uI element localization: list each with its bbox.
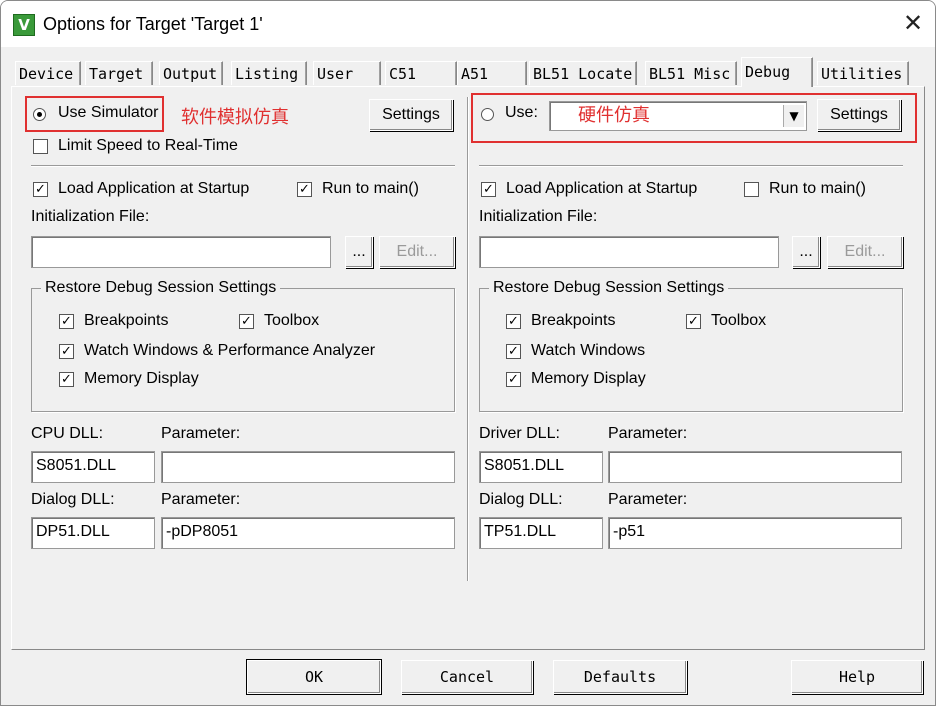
driver-param-label: Parameter: bbox=[608, 425, 688, 442]
right-run-to-main-checkbox[interactable] bbox=[744, 182, 759, 197]
right-run-to-main-label: Run to main() bbox=[769, 180, 866, 197]
right-load-app-checkbox[interactable]: ✓ bbox=[481, 182, 496, 197]
cpu-param-field[interactable] bbox=[161, 451, 455, 483]
dialog-window: V Options for Target 'Target 1' ✕ Device… bbox=[0, 0, 936, 706]
left-init-file-label: Initialization File: bbox=[31, 208, 150, 225]
left-dialog-param-label: Parameter: bbox=[161, 491, 241, 508]
tab-a51[interactable]: A51 bbox=[457, 61, 527, 85]
left-memory-checkbox[interactable]: ✓ bbox=[59, 372, 74, 387]
software-simulation-annotation: 软件模拟仿真 bbox=[181, 107, 289, 127]
right-watch-label: Watch Windows bbox=[531, 342, 646, 359]
limit-speed-label: Limit Speed to Real-Time bbox=[58, 137, 238, 154]
left-toolbox-checkbox[interactable]: ✓ bbox=[239, 314, 254, 329]
tab-listing[interactable]: Listing bbox=[231, 61, 307, 85]
left-edit-button[interactable]: Edit... bbox=[379, 236, 455, 268]
right-divider bbox=[479, 165, 903, 167]
right-dialog-param-label: Parameter: bbox=[608, 491, 688, 508]
use-target-label: Use: bbox=[505, 104, 538, 121]
hardware-simulation-annotation: 硬件仿真 bbox=[578, 105, 650, 125]
right-toolbox-label: Toolbox bbox=[711, 312, 767, 329]
tab-c51[interactable]: C51 bbox=[385, 61, 457, 85]
right-watch-checkbox[interactable]: ✓ bbox=[506, 344, 521, 359]
right-breakpoints-label: Breakpoints bbox=[531, 312, 616, 329]
cancel-button[interactable]: Cancel bbox=[401, 660, 533, 694]
right-load-app-label: Load Application at Startup bbox=[506, 180, 698, 197]
right-memory-label: Memory Display bbox=[531, 370, 646, 387]
right-dialog-param-field[interactable]: -p51 bbox=[608, 517, 902, 549]
tab-utilities[interactable]: Utilities bbox=[817, 61, 909, 85]
left-init-file-input[interactable] bbox=[31, 236, 331, 268]
use-simulator-radio[interactable] bbox=[33, 108, 46, 121]
ok-button[interactable]: OK bbox=[247, 660, 381, 694]
right-dialog-dll-label: Dialog DLL: bbox=[479, 491, 563, 508]
right-breakpoints-checkbox[interactable]: ✓ bbox=[506, 314, 521, 329]
tab-debug[interactable]: Debug bbox=[741, 57, 813, 87]
left-load-app-checkbox[interactable]: ✓ bbox=[33, 182, 48, 197]
title-bar: V Options for Target 'Target 1' ✕ bbox=[1, 1, 935, 47]
defaults-button[interactable]: Defaults bbox=[553, 660, 687, 694]
cpu-param-label: Parameter: bbox=[161, 425, 241, 442]
left-restore-legend: Restore Debug Session Settings bbox=[41, 279, 281, 297]
tab-user[interactable]: User bbox=[313, 61, 381, 85]
tab-device[interactable]: Device bbox=[15, 61, 81, 85]
use-simulator-label: Use Simulator bbox=[58, 104, 159, 121]
limit-speed-checkbox[interactable] bbox=[33, 139, 48, 154]
target-settings-button[interactable]: Settings bbox=[817, 99, 901, 131]
left-breakpoints-label: Breakpoints bbox=[84, 312, 169, 329]
left-watch-checkbox[interactable]: ✓ bbox=[59, 344, 74, 359]
right-toolbox-checkbox[interactable]: ✓ bbox=[686, 314, 701, 329]
left-toolbox-label: Toolbox bbox=[264, 312, 320, 329]
left-browse-button[interactable]: ... bbox=[345, 236, 373, 268]
help-button[interactable]: Help bbox=[791, 660, 923, 694]
left-divider bbox=[31, 165, 455, 167]
keil-app-icon: V bbox=[13, 14, 35, 36]
left-dialog-dll-field[interactable]: DP51.DLL bbox=[31, 517, 155, 549]
driver-dll-label: Driver DLL: bbox=[479, 425, 560, 442]
window-title: Options for Target 'Target 1' bbox=[43, 14, 263, 34]
left-memory-label: Memory Display bbox=[84, 370, 199, 387]
right-init-file-label: Initialization File: bbox=[479, 208, 598, 225]
close-icon[interactable]: ✕ bbox=[899, 9, 927, 37]
cpu-dll-field[interactable]: S8051.DLL bbox=[31, 451, 155, 483]
use-target-radio[interactable] bbox=[481, 108, 494, 121]
right-memory-checkbox[interactable]: ✓ bbox=[506, 372, 521, 387]
simulator-settings-button[interactable]: Settings bbox=[369, 99, 453, 131]
left-dialog-dll-label: Dialog DLL: bbox=[31, 491, 115, 508]
left-run-to-main-checkbox[interactable]: ✓ bbox=[297, 182, 312, 197]
cpu-dll-label: CPU DLL: bbox=[31, 425, 104, 442]
left-watch-label: Watch Windows & Performance Analyzer bbox=[84, 342, 376, 359]
tab-bl51-misc[interactable]: BL51 Misc bbox=[645, 61, 737, 85]
right-init-file-input[interactable] bbox=[479, 236, 779, 268]
left-breakpoints-checkbox[interactable]: ✓ bbox=[59, 314, 74, 329]
column-divider bbox=[467, 97, 469, 581]
right-dialog-dll-field[interactable]: TP51.DLL bbox=[479, 517, 603, 549]
tab-bl51-locate[interactable]: BL51 Locate bbox=[529, 61, 637, 85]
left-run-to-main-label: Run to main() bbox=[322, 180, 419, 197]
tab-output[interactable]: Output bbox=[159, 61, 223, 85]
tab-target[interactable]: Target bbox=[85, 61, 153, 85]
right-edit-button[interactable]: Edit... bbox=[827, 236, 903, 268]
left-load-app-label: Load Application at Startup bbox=[58, 180, 250, 197]
driver-param-field[interactable] bbox=[608, 451, 902, 483]
right-restore-legend: Restore Debug Session Settings bbox=[489, 279, 729, 297]
driver-dll-field[interactable]: S8051.DLL bbox=[479, 451, 603, 483]
right-browse-button[interactable]: ... bbox=[792, 236, 820, 268]
target-driver-select[interactable]: 硬件仿真 ▼ bbox=[549, 101, 807, 131]
chevron-down-icon[interactable]: ▼ bbox=[783, 105, 804, 127]
left-dialog-param-field[interactable]: -pDP8051 bbox=[161, 517, 455, 549]
